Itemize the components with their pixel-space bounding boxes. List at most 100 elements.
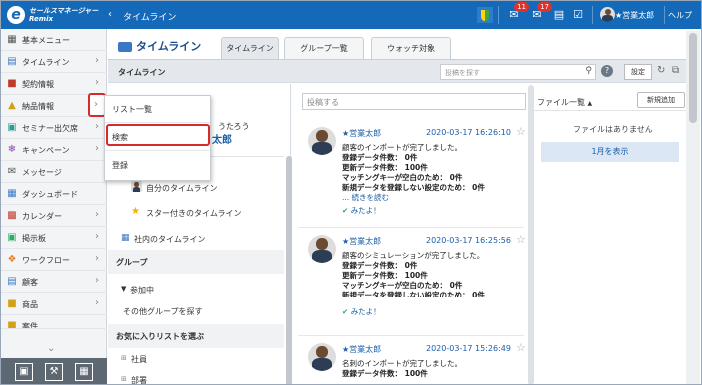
chevron-right-icon: › [95, 275, 99, 286]
search-icon[interactable]: ⚲ [585, 66, 592, 76]
chevron-right-icon: › [95, 231, 99, 242]
campaign-icon: ❄ [7, 144, 17, 155]
post-input[interactable]: 投稿する [302, 93, 526, 110]
notification-badge: 11 [514, 2, 529, 12]
divider [592, 6, 593, 24]
user-avatar[interactable] [600, 7, 615, 22]
timeline-post: ★営業太郎 2020-03-17 15:26:49 ☆ 名刺のインポートが完了し… [298, 336, 526, 384]
menu-grid-icon: ▦ [7, 34, 17, 45]
tab-watch[interactable]: ウォッチ対象 [371, 37, 451, 59]
main-scrollbar-thumb[interactable] [689, 33, 697, 123]
author-avatar[interactable] [308, 235, 336, 263]
expand-icon: ⊞ [121, 375, 127, 383]
empty-message: ファイルはありません [573, 125, 653, 134]
chevron-right-icon: › [95, 143, 99, 154]
chevron-left-icon[interactable]: ‹ [108, 9, 112, 20]
checklist-icon[interactable]: ☑ [570, 7, 586, 23]
post-line: 新規データを登録しない設定のため： 0件 [342, 291, 485, 297]
toolbar-label: タイムライン [118, 68, 166, 77]
calendar-icon: ▩ [7, 210, 17, 221]
sidebar: ▦ 基本メニュー ▤ タイムライン › ■ 契約情報 › ▲ 納品情報 ▣ セミ… [1, 29, 107, 384]
author-avatar[interactable] [308, 343, 336, 371]
chevron-right-icon: › [95, 121, 99, 132]
wrench-icon[interactable]: ⚒ [45, 363, 63, 381]
search-highlight [106, 124, 210, 146]
file-panel-header: ファイル一覧 ▲ 新規追加 [533, 91, 689, 111]
author-avatar[interactable] [308, 127, 336, 155]
user-name[interactable]: ★営業太郎 [615, 10, 654, 21]
like-button[interactable]: ✔ みたよ！ [342, 205, 381, 216]
timeline-post: ★営業太郎 2020-03-17 16:26:10 ☆ 顧客のインポートが完了し… [298, 120, 526, 228]
sidebar-item-dashboard[interactable]: ▦ ダッシュボード [1, 183, 107, 205]
star-icon[interactable]: ☆ [516, 341, 526, 354]
main-scrollbar[interactable] [686, 31, 700, 384]
refresh-icon[interactable]: ↻ [657, 65, 665, 76]
sidebar-item-timeline[interactable]: ▤ タイムライン › [1, 51, 107, 73]
divider [498, 6, 499, 24]
timeline-post: ★営業太郎 2020-03-17 16:25:56 ☆ 顧客のシミュレーションが… [298, 228, 526, 336]
sidebar-item-product[interactable]: ■ 商品 › [1, 293, 107, 315]
author-name[interactable]: ★営業太郎 [342, 344, 381, 355]
project-icon: ■ [7, 320, 17, 329]
author-name[interactable]: ★営業太郎 [342, 128, 381, 139]
chevron-right-icon: › [94, 99, 98, 110]
sidebar-item-calendar[interactable]: ▩ カレンダー › [1, 205, 107, 227]
window-icon[interactable]: ▣ [15, 363, 33, 381]
help-icon[interactable]: ? [601, 65, 613, 77]
sidebar-item-project[interactable]: ■ 案件 [1, 315, 107, 329]
post-time[interactable]: 2020-03-17 15:26:49 [426, 344, 511, 353]
star-icon[interactable]: ☆ [516, 125, 526, 138]
contract-icon: ■ [7, 78, 17, 89]
read-more-link[interactable]: ... 続きを読む [342, 192, 389, 203]
check-icon: ✔ [342, 206, 349, 215]
beginner-mark-icon[interactable] [477, 7, 493, 23]
chat-notification-icon[interactable]: ✉ 11 [506, 2, 529, 23]
caret-up-icon: ▲ [587, 100, 593, 107]
sidebar-item-contract[interactable]: ■ 契約情報 › [1, 73, 107, 95]
sidebar-item-customer[interactable]: ▤ 顧客 › [1, 271, 107, 293]
sidebar-item-seminar[interactable]: ▣ セミナー出欠席 › [1, 117, 107, 139]
sidebar-menu-title[interactable]: ▦ 基本メニュー [1, 29, 107, 51]
add-file-button[interactable]: 新規追加 [637, 92, 685, 108]
show-month-button[interactable]: 1月を表示 [541, 142, 679, 162]
post-time[interactable]: 2020-03-17 16:26:10 [426, 128, 511, 137]
post-search-input[interactable]: 投稿を探す ⚲ [440, 64, 596, 80]
sidebar-item-campaign[interactable]: ❄ キャンペーン › [1, 139, 107, 161]
post-line: 登録データ件数： 100件 [342, 369, 428, 378]
logo-mark: e [7, 6, 25, 24]
help-link[interactable]: ヘルプ [668, 10, 692, 21]
post-time[interactable]: 2020-03-17 16:25:56 [426, 236, 511, 245]
timeline-icon: ▤ [7, 56, 17, 67]
author-name[interactable]: ★営業太郎 [342, 236, 381, 247]
settings-button[interactable]: 設定 [624, 64, 652, 80]
building-icon: ▦ [121, 233, 130, 243]
left-panel-scrollbar[interactable] [286, 156, 292, 384]
star-icon[interactable]: ☆ [516, 233, 526, 246]
file-panel: ファイル一覧 ▲ 新規追加 ファイルはありません 1月を表示 [533, 91, 689, 384]
app-logo[interactable]: e セールスマネージャー Remix [7, 6, 103, 24]
like-button[interactable]: ✔ みたよ！ [342, 306, 381, 317]
apps-grid-icon[interactable]: ▦ [75, 363, 93, 381]
timeline-icon [118, 42, 132, 52]
chevron-right-icon: › [95, 55, 99, 66]
file-list-toggle[interactable]: ファイル一覧 ▲ [537, 97, 592, 108]
tab-timeline[interactable]: タイムライン [221, 37, 279, 59]
top-bar: e セールスマネージャー Remix ‹ タイムライン ✉ 11 ✉ 17 ▤ ☑ … [1, 1, 701, 29]
menu-item-register[interactable]: 登録 [105, 152, 210, 178]
chevron-right-icon: › [95, 77, 99, 88]
sidebar-bottom-bar: ▣ ⚒ ▦ [1, 358, 107, 384]
delivery-icon: ▲ [8, 100, 16, 111]
sidebar-item-board[interactable]: ▣ 掲示板 › [1, 227, 107, 249]
document-icon[interactable]: ▤ [551, 7, 567, 23]
sidebar-item-message[interactable]: ✉ メッセージ [1, 161, 107, 183]
find-groups-link[interactable]: その他グループを探す [123, 306, 299, 317]
tab-group-list[interactable]: グループ一覧 [284, 37, 364, 59]
chevron-down-icon[interactable]: ⌄ [47, 343, 55, 354]
favorite-lists-header: お気に入りリストを選ぶ [116, 332, 204, 341]
mail-icon[interactable]: ✉ 17 [529, 2, 552, 23]
window-toggle-icon[interactable]: ⧉ [672, 65, 679, 76]
menu-item-list[interactable]: リスト一覧 [105, 96, 210, 122]
sidebar-item-workflow[interactable]: ❖ ワークフロー › [1, 249, 107, 271]
mail-badge: 17 [537, 2, 552, 12]
caret-down-icon: ▼ [121, 285, 127, 293]
